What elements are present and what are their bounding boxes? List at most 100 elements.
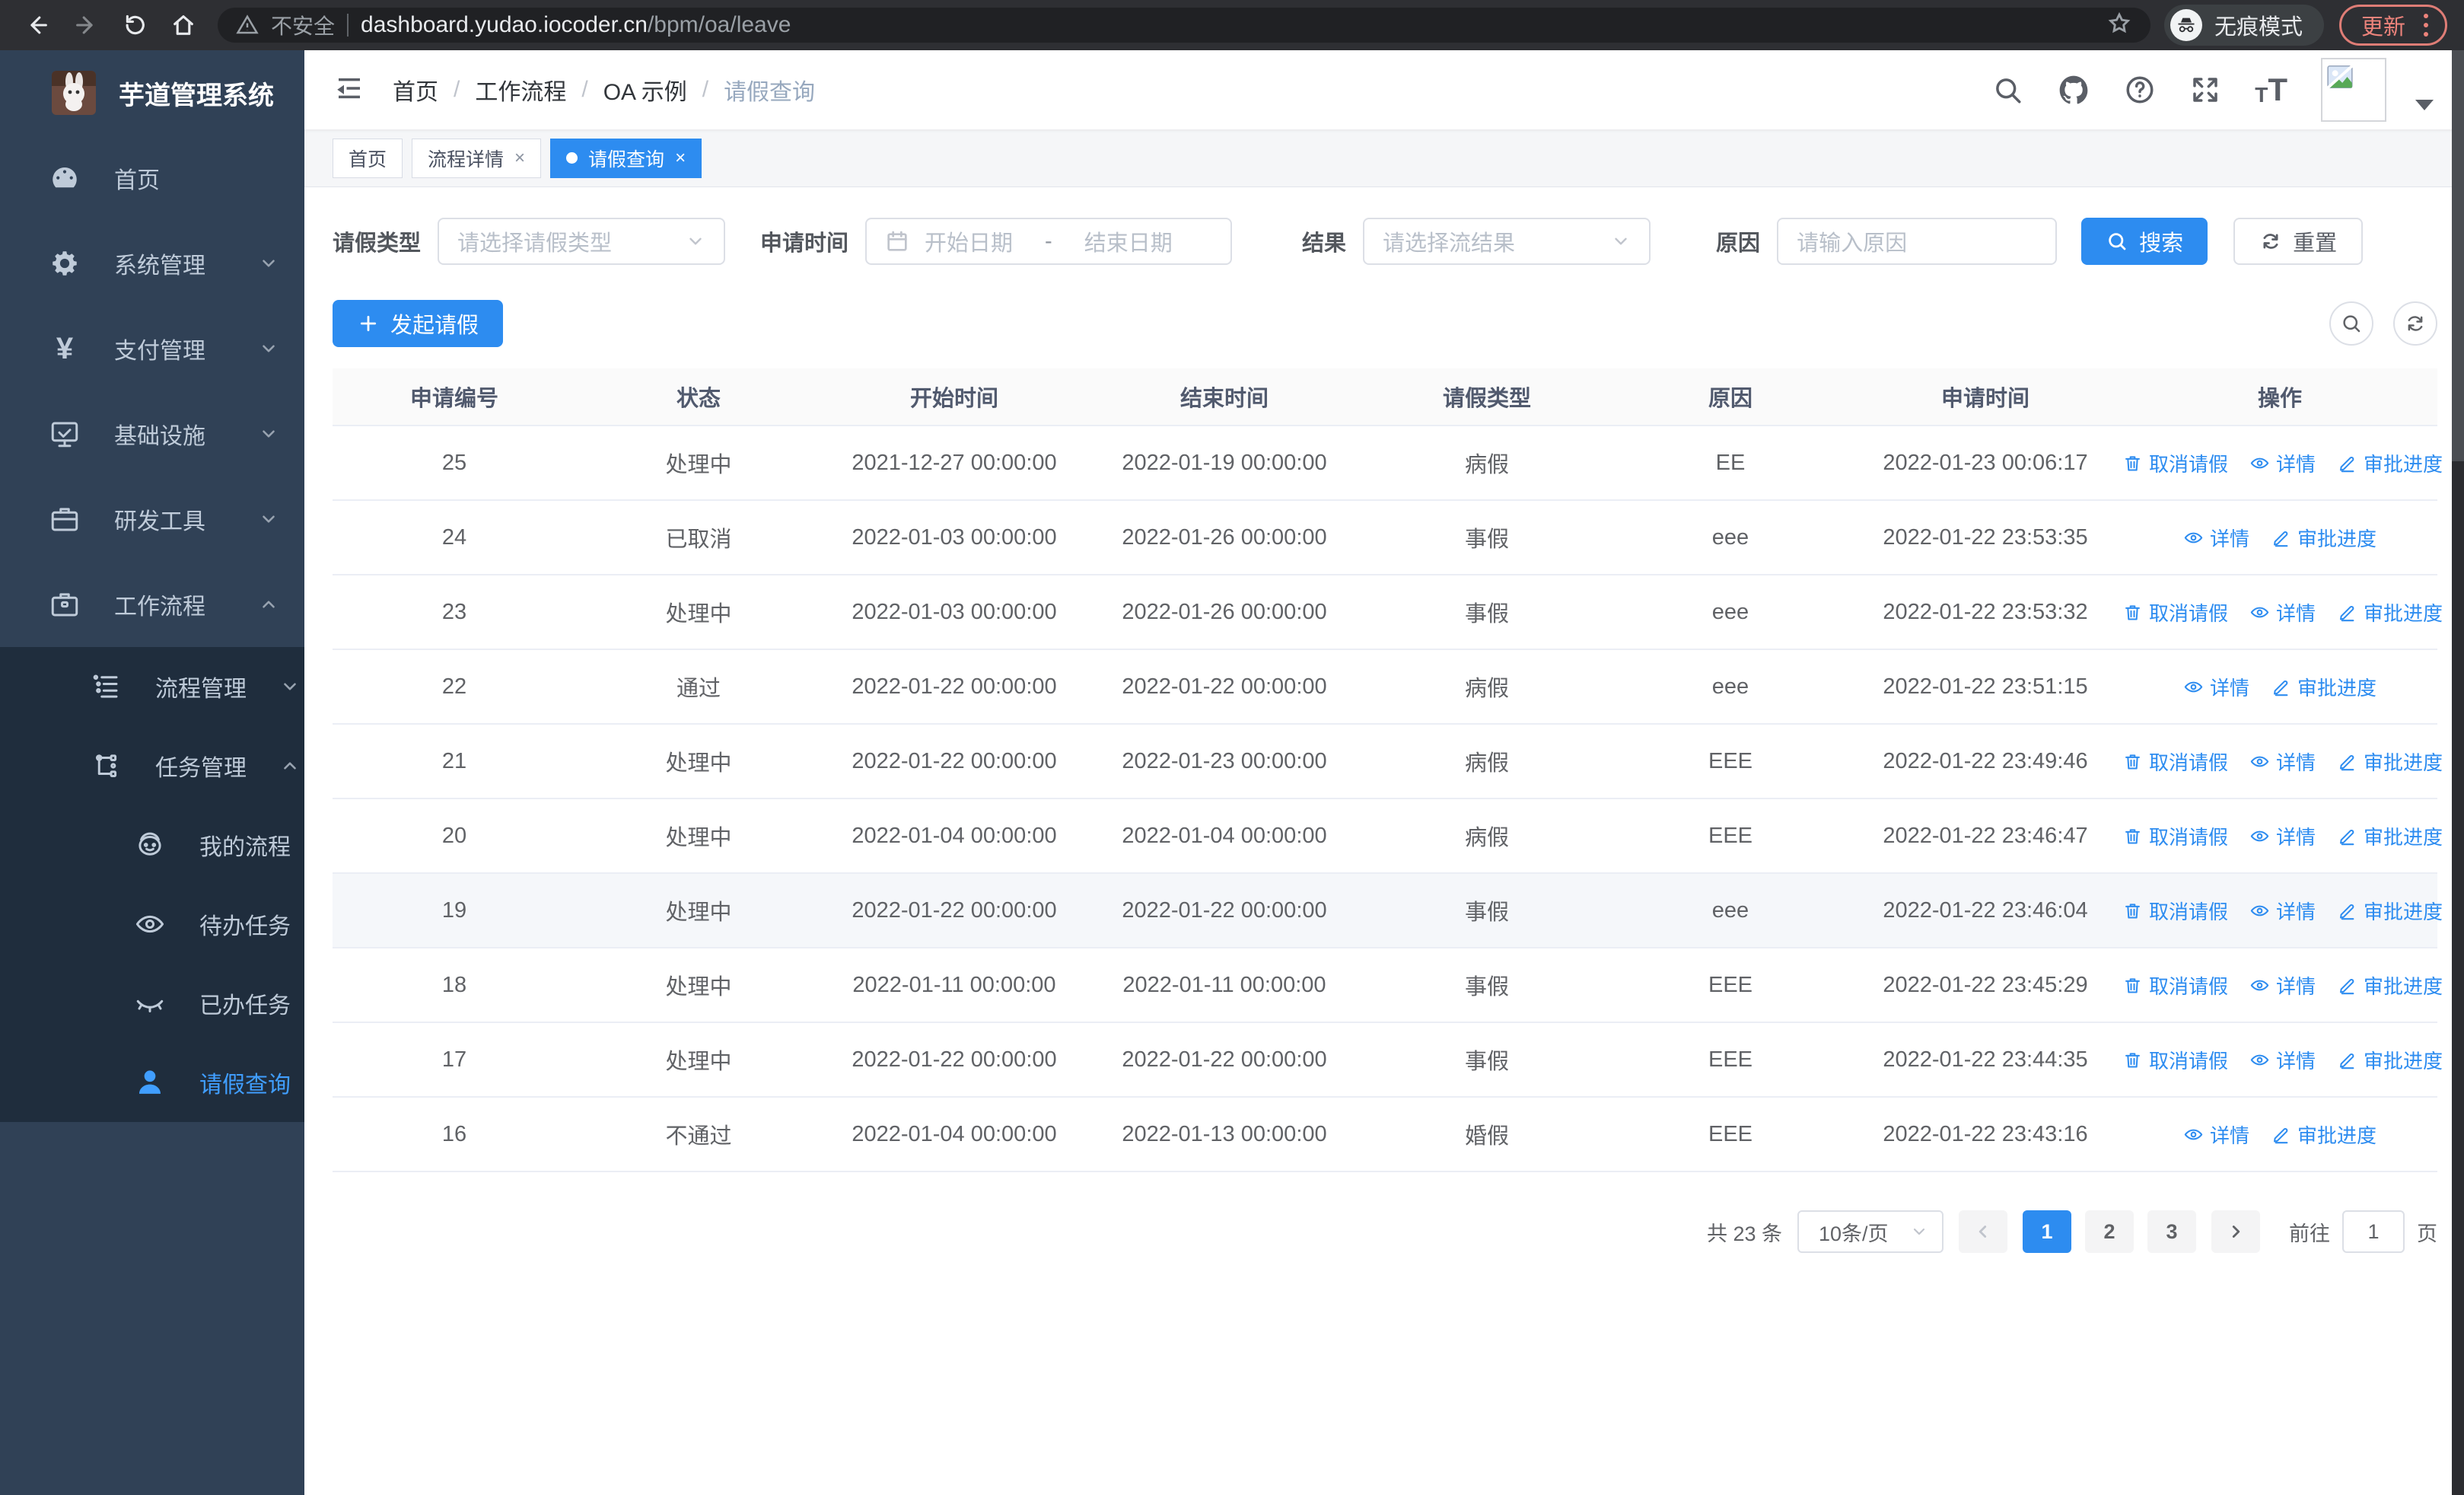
- show-search-button[interactable]: [2329, 301, 2373, 346]
- detail-link[interactable]: 详情: [2249, 822, 2316, 850]
- progress-link[interactable]: 审批进度: [2271, 524, 2376, 552]
- progress-link[interactable]: 审批进度: [2337, 1046, 2443, 1074]
- progress-link[interactable]: 审批进度: [2337, 748, 2443, 776]
- browser-menu-icon[interactable]: [2421, 11, 2431, 40]
- sidebar-fold-icon[interactable]: [333, 72, 365, 108]
- search-icon[interactable]: [1991, 74, 2023, 106]
- progress-link[interactable]: 审批进度: [2271, 1120, 2376, 1149]
- sidebar-item-process-management[interactable]: 流程管理: [0, 647, 304, 726]
- cancel-leave-link[interactable]: 取消请假: [2122, 1046, 2228, 1074]
- incognito-badge: 无痕模式: [2163, 5, 2324, 46]
- detail-link[interactable]: 详情: [2183, 524, 2249, 552]
- close-tab-icon[interactable]: ×: [514, 148, 525, 169]
- table-row[interactable]: 25 处理中 2021-12-27 00:00:00 2022-01-19 00:00…: [333, 426, 2443, 501]
- progress-link[interactable]: 审批进度: [2337, 897, 2443, 925]
- next-page-button[interactable]: [2211, 1210, 2260, 1253]
- progress-link[interactable]: 审批进度: [2337, 449, 2443, 477]
- breadcrumb-item[interactable]: 工作流程: [475, 73, 566, 107]
- tab[interactable]: 请假查询 ×: [550, 138, 702, 178]
- detail-link[interactable]: 详情: [2249, 971, 2316, 999]
- apply-time-range-picker[interactable]: 开始日期 - 结束日期: [865, 218, 1233, 265]
- table-row[interactable]: 21 处理中 2022-01-22 00:00:00 2022-01-23 00:00…: [333, 725, 2443, 799]
- browser-forward-button[interactable]: [65, 5, 107, 46]
- sidebar-item-workflow[interactable]: 工作流程: [0, 562, 304, 647]
- search-button[interactable]: 搜索: [2081, 218, 2208, 265]
- sidebar-item-infrastructure[interactable]: 基础设施: [0, 391, 304, 477]
- table-row[interactable]: 23 处理中 2022-01-03 00:00:00 2022-01-26 00:00…: [333, 575, 2443, 650]
- cell-end: 2022-01-19 00:00:00: [1122, 450, 1327, 475]
- detail-icon: [2250, 980, 2269, 990]
- prev-page-button[interactable]: [1959, 1210, 2007, 1253]
- table-row[interactable]: 20 处理中 2022-01-04 00:00:00 2022-01-04 00:00…: [333, 799, 2443, 874]
- table-row[interactable]: 22 通过 2022-01-22 00:00:00 2022-01-22 00:00:…: [333, 650, 2437, 725]
- progress-link[interactable]: 审批进度: [2271, 673, 2376, 701]
- table-row[interactable]: 17 处理中 2022-01-22 00:00:00 2022-01-22 00:00…: [333, 1023, 2443, 1098]
- table-row[interactable]: 18 处理中 2022-01-11 00:00:00 2022-01-11 00:00…: [333, 948, 2443, 1023]
- cancel-leave-link[interactable]: 取消请假: [2122, 822, 2228, 850]
- address-bar[interactable]: 不安全 dashboard.yudao.iocoder.cn/bpm/oa/le…: [218, 8, 2150, 43]
- page-size-select[interactable]: 10条/页: [1797, 1210, 1944, 1253]
- bookmark-star-icon[interactable]: [2106, 11, 2132, 40]
- sidebar-item-todo-tasks[interactable]: 待办任务: [0, 885, 304, 964]
- browser-reload-button[interactable]: [114, 5, 155, 46]
- sidebar-item-system[interactable]: 系统管理: [0, 221, 304, 306]
- op-label: 详情: [2276, 974, 2316, 998]
- tab[interactable]: 流程详情 ×: [412, 138, 542, 178]
- detail-link[interactable]: 详情: [2183, 673, 2249, 701]
- refresh-table-button[interactable]: [2393, 301, 2437, 346]
- font-size-icon[interactable]: TT: [2255, 74, 2287, 106]
- gear-icon: [53, 251, 77, 276]
- detail-link[interactable]: 详情: [2249, 748, 2316, 776]
- cancel-leave-link[interactable]: 取消请假: [2122, 598, 2228, 626]
- close-tab-icon[interactable]: ×: [675, 148, 686, 169]
- avatar-dropdown-caret[interactable]: [2415, 100, 2434, 110]
- cancel-leave-link[interactable]: 取消请假: [2122, 449, 2228, 477]
- sidebar-item-home[interactable]: 首页: [0, 135, 304, 221]
- cancel-leave-link[interactable]: 取消请假: [2122, 748, 2228, 776]
- cancel-leave-link[interactable]: 取消请假: [2122, 897, 2228, 925]
- cell-start: 2022-01-22 00:00:00: [852, 1047, 1057, 1072]
- browser-home-button[interactable]: [163, 5, 204, 46]
- avatar[interactable]: [2321, 58, 2386, 122]
- detail-link[interactable]: 详情: [2249, 1046, 2316, 1074]
- github-icon[interactable]: [2057, 73, 2090, 107]
- scrollbar[interactable]: [2452, 50, 2464, 1495]
- sidebar-item-my-process[interactable]: 我的流程: [0, 805, 304, 885]
- help-icon[interactable]: [2124, 74, 2156, 106]
- op-label: 取消请假: [2149, 601, 2229, 625]
- progress-link[interactable]: 审批进度: [2337, 971, 2443, 999]
- leave-type-select[interactable]: 请选择请假类型: [438, 218, 726, 265]
- breadcrumb-item[interactable]: 首页: [393, 73, 438, 107]
- sidebar-item-task-management[interactable]: 任务管理: [0, 726, 304, 805]
- table-row[interactable]: 19 处理中 2022-01-22 00:00:00 2022-01-22 00:00…: [333, 874, 2443, 948]
- scrollbar-thumb[interactable]: [2452, 50, 2464, 461]
- table-row[interactable]: 16 不通过 2022-01-04 00:00:00 2022-01-13 00:00…: [333, 1098, 2437, 1172]
- detail-link[interactable]: 详情: [2249, 897, 2316, 925]
- detail-link[interactable]: 详情: [2249, 449, 2316, 477]
- progress-link[interactable]: 审批进度: [2337, 598, 2443, 626]
- sidebar-item-leave-query[interactable]: 请假查询: [0, 1043, 304, 1122]
- page-button-2[interactable]: 2: [2085, 1210, 2134, 1253]
- browser-back-button[interactable]: [17, 5, 58, 46]
- cancel-leave-link[interactable]: 取消请假: [2122, 971, 2228, 999]
- sidebar-item-devtools[interactable]: 研发工具: [0, 477, 304, 562]
- sidebar-item-payment[interactable]: ¥ 支付管理: [0, 306, 304, 391]
- result-select[interactable]: 请选择流结果: [1363, 218, 1651, 265]
- reason-input[interactable]: 请输入原因: [1777, 218, 2058, 265]
- goto-page-input[interactable]: [2342, 1210, 2405, 1253]
- breadcrumb-item[interactable]: OA 示例: [603, 73, 687, 107]
- fullscreen-icon[interactable]: [2189, 74, 2221, 106]
- browser-update-button[interactable]: 更新: [2338, 5, 2447, 46]
- security-label: 不安全: [271, 14, 336, 38]
- page-button-3[interactable]: 3: [2147, 1210, 2196, 1253]
- reset-button[interactable]: 重置: [2233, 218, 2364, 265]
- sidebar-item-done-tasks[interactable]: 已办任务: [0, 964, 304, 1043]
- progress-link[interactable]: 审批进度: [2337, 822, 2443, 850]
- table-row[interactable]: 24 已取消 2022-01-03 00:00:00 2022-01-26 00:00…: [333, 501, 2437, 575]
- cell-type: 病假: [1464, 751, 1509, 776]
- tab[interactable]: 首页: [333, 138, 403, 178]
- detail-link[interactable]: 详情: [2249, 598, 2316, 626]
- detail-link[interactable]: 详情: [2183, 1120, 2249, 1149]
- page-button-1[interactable]: 1: [2023, 1210, 2071, 1253]
- create-leave-button[interactable]: 发起请假: [333, 300, 504, 347]
